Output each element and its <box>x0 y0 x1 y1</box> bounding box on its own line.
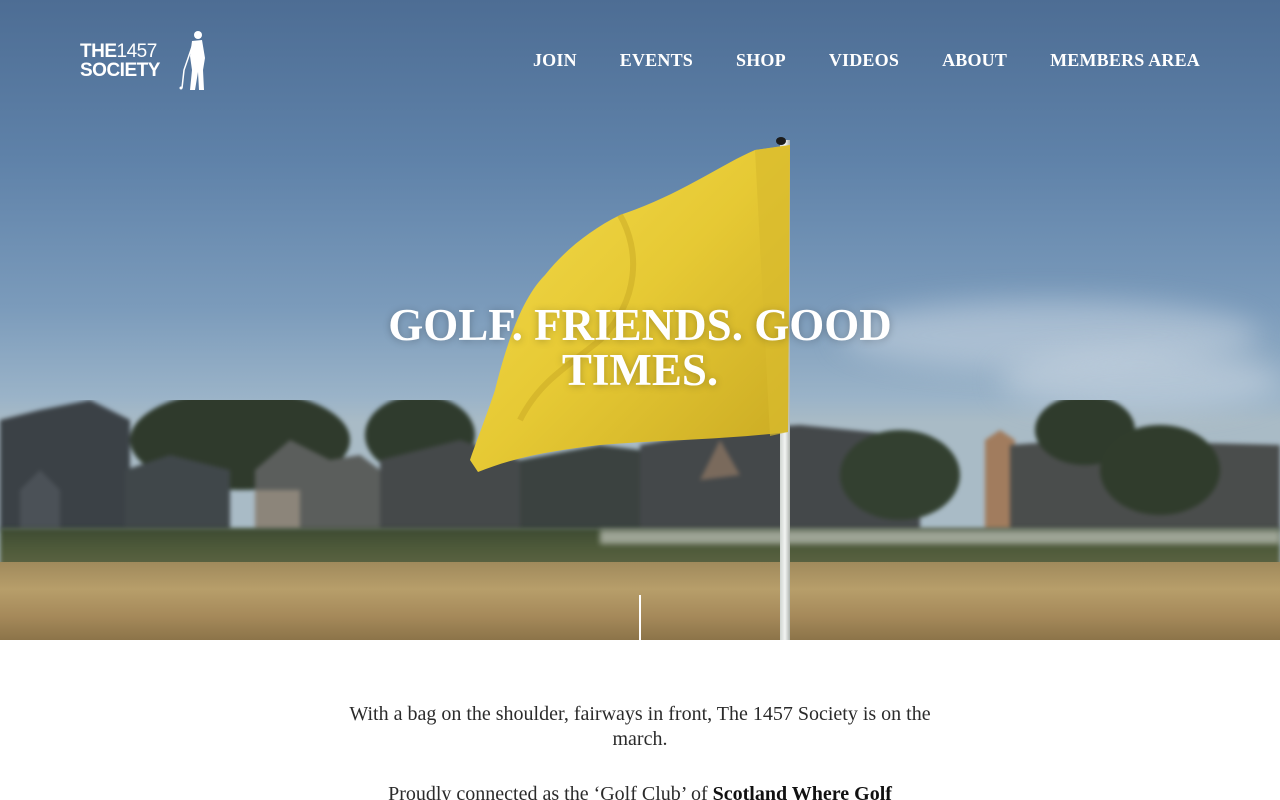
main-navigation: JOIN EVENTS SHOP VIDEOS ABOUT MEMBERS AR… <box>533 50 1200 71</box>
scroll-indicator[interactable] <box>639 595 641 640</box>
nav-join[interactable]: JOIN <box>533 50 577 71</box>
nav-members-area[interactable]: MEMBERS AREA <box>1050 50 1200 71</box>
logo-wordmark: THE1457 SOCIETY <box>80 42 160 80</box>
intro-section: With a bag on the shoulder, fairways in … <box>340 702 940 800</box>
intro-paragraph-2: Proudly connected as the ‘Golf Club’ of … <box>340 782 940 800</box>
nav-shop[interactable]: SHOP <box>736 50 786 71</box>
site-logo[interactable]: THE1457 SOCIETY <box>80 30 210 92</box>
intro-paragraph-2-text: Proudly connected as the ‘Golf Club’ of <box>388 783 713 800</box>
logo-word-society: SOCIETY <box>80 60 160 81</box>
scotland-where-golf-link[interactable]: Scotland Where Golf <box>713 783 892 800</box>
nav-events[interactable]: EVENTS <box>620 50 693 71</box>
golfer-silhouette-icon <box>179 31 205 90</box>
nav-about[interactable]: ABOUT <box>942 50 1007 71</box>
hero-headline: GOLF. FRIENDS. GOOD TIMES. <box>388 300 892 395</box>
logo-word-the: THE <box>80 41 117 62</box>
nav-videos[interactable]: VIDEOS <box>829 50 899 71</box>
intro-paragraph: With a bag on the shoulder, fairways in … <box>349 703 931 750</box>
logo-number: 1457 <box>116 41 158 62</box>
